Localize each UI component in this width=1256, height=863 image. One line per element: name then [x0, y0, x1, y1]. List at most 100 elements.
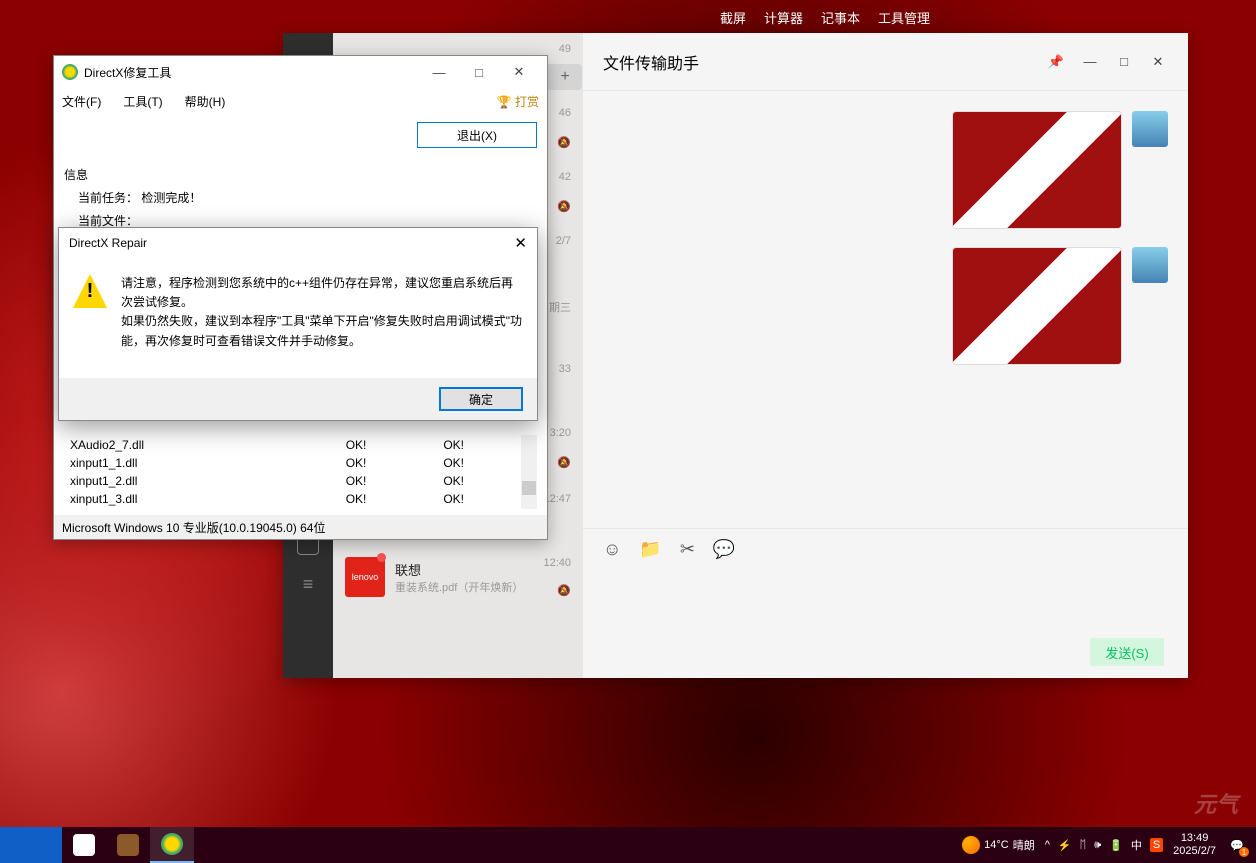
file-cell: xinput1_1.dll	[66, 455, 340, 471]
mute-icon: 🔕	[557, 200, 571, 213]
warning-icon	[73, 274, 107, 308]
message-row	[952, 247, 1168, 365]
message-image[interactable]	[952, 247, 1122, 365]
tray-icons: ^ ⚡ ᛖ 🕪 🔋 中 S	[1045, 837, 1163, 853]
wechat-messages[interactable]	[583, 91, 1188, 528]
chat-day: 期三	[549, 299, 571, 315]
tray-battery-icon[interactable]: 🔋	[1109, 839, 1123, 852]
dialog-titlebar[interactable]: DirectX Repair ✕	[59, 228, 537, 258]
maximize-icon[interactable]: □	[459, 58, 499, 86]
avatar: lenovo	[345, 557, 385, 597]
chat-time: 3:20	[550, 427, 571, 439]
minimize-icon[interactable]: —	[419, 58, 459, 86]
current-task-label: 当前任务：	[78, 191, 138, 205]
start-button[interactable]	[0, 827, 62, 863]
taskbar-app-2[interactable]	[106, 827, 150, 863]
table-row[interactable]: xinput1_2.dllOK!OK!	[66, 473, 535, 489]
menu-help[interactable]: 帮助(H)	[185, 93, 226, 110]
file-cell: XAudio2_7.dll	[66, 437, 340, 453]
mute-icon: 🔕	[557, 456, 571, 469]
menu-tool[interactable]: 工具(T)	[123, 93, 162, 110]
tray-volume-icon[interactable]: 🕪	[1094, 839, 1101, 852]
table-row[interactable]: xinput1_1.dllOK!OK!	[66, 455, 535, 471]
reward-link[interactable]: 🏆 打赏	[497, 93, 539, 110]
message-image[interactable]	[952, 111, 1122, 229]
shortcut-screenshot[interactable]: 截屏	[720, 8, 746, 27]
file-table-area: XAudio2_7.dllOK!OK! xinput1_1.dllOK!OK! …	[64, 435, 537, 509]
wechat-input-toolbar: ☺ 📁 ✂ 💬	[603, 539, 1168, 560]
app-icon	[62, 64, 78, 80]
info-label: 信息	[64, 166, 537, 183]
dialog-title: DirectX Repair	[69, 236, 147, 250]
titlebar[interactable]: DirectX修复工具 — □ ✕	[54, 56, 547, 88]
avatar[interactable]	[1132, 247, 1168, 283]
app-icon	[73, 834, 95, 856]
weather-widget[interactable]: 14°C 晴朗	[962, 836, 1035, 854]
wechat-header-title: 文件传输助手	[603, 50, 1046, 74]
minimize-icon[interactable]: —	[1080, 54, 1100, 70]
table-row[interactable]: xinput1_3.dllOK!OK!	[66, 491, 535, 507]
system-tray: 14°C 晴朗 ^ ⚡ ᛖ 🕪 🔋 中 S 13:49 2025/2/7 💬	[962, 832, 1256, 858]
file-cell: xinput1_3.dll	[66, 491, 340, 507]
mute-icon: 🔕	[557, 584, 571, 597]
taskbar-app-1[interactable]	[62, 827, 106, 863]
file-cell: xinput1_2.dll	[66, 473, 340, 489]
close-icon[interactable]: ✕	[514, 234, 527, 252]
scrollbar-thumb[interactable]	[522, 481, 536, 495]
chat-time: 49	[559, 43, 571, 55]
directx-repair-dialog: DirectX Repair ✕ 请注意，程序检测到您系统中的c++组件仍存在异…	[58, 227, 538, 421]
close-icon[interactable]: ✕	[499, 58, 539, 86]
scissors-icon[interactable]: ✂	[680, 539, 695, 560]
dialog-body: 请注意，程序检测到您系统中的c++组件仍存在异常，建议您重启系统后再次尝试修复。…	[59, 258, 537, 361]
wechat-input-area[interactable]: ☺ 📁 ✂ 💬 发送(S)	[583, 528, 1188, 678]
shortcut-toolmgr[interactable]: 工具管理	[878, 8, 930, 27]
message-row	[952, 111, 1168, 229]
unread-badge	[377, 553, 386, 562]
shortcut-notepad[interactable]: 记事本	[821, 8, 860, 27]
chat-item-lenovo[interactable]: lenovo 联想 重装系统.pdf（开年焕新） 12:40 🔕	[333, 545, 583, 609]
new-tab-button[interactable]: +	[548, 64, 582, 90]
notification-icon[interactable]: 💬	[1226, 834, 1248, 856]
tray-chevron-icon[interactable]: ^	[1045, 839, 1050, 851]
weather-temp: 14°C	[984, 839, 1009, 851]
status-cell: OK!	[342, 473, 438, 489]
dialog-text-line: 如果仍然失败，建议到本程序"工具"菜单下开启"修复失败时启用调试模式"功能，再次…	[121, 312, 523, 350]
weather-icon	[962, 836, 980, 854]
taskbar-app-directx[interactable]	[150, 827, 194, 863]
tray-net-icon[interactable]: ᛖ	[1080, 839, 1087, 851]
tray-power-icon[interactable]: ⚡	[1058, 839, 1072, 852]
wechat-header: 文件传输助手 📌 — □ ✕	[583, 33, 1188, 91]
menu-file[interactable]: 文件(F)	[62, 93, 101, 110]
shortcut-calculator[interactable]: 计算器	[764, 8, 803, 27]
taskbar-clock[interactable]: 13:49 2025/2/7	[1173, 832, 1216, 858]
status-cell: OK!	[342, 437, 438, 453]
close-icon[interactable]: ✕	[1148, 54, 1168, 70]
current-task-value: 检测完成！	[141, 191, 201, 205]
status-cell: OK!	[342, 455, 438, 471]
chat-time: 2/7	[556, 235, 571, 247]
dialog-footer: 确定	[59, 378, 537, 420]
taskbar: 14°C 晴朗 ^ ⚡ ᛖ 🕪 🔋 中 S 13:49 2025/2/7 💬	[0, 827, 1256, 863]
chat-time: 42	[559, 171, 571, 183]
menubar: 文件(F) 工具(T) 帮助(H) 🏆 打赏	[54, 88, 547, 114]
folder-icon[interactable]: 📁	[639, 539, 661, 560]
scrollbar[interactable]	[521, 435, 537, 509]
tray-sogou-icon[interactable]: S	[1150, 838, 1163, 852]
wechat-side-menu-icon[interactable]: ≡	[297, 573, 319, 595]
emoji-icon[interactable]: ☺	[603, 539, 621, 560]
avatar[interactable]	[1132, 111, 1168, 147]
send-button[interactable]: 发送(S)	[1090, 638, 1164, 666]
app-icon	[117, 834, 139, 856]
clock-date: 2025/2/7	[1173, 845, 1216, 858]
maximize-icon[interactable]: □	[1114, 54, 1134, 70]
chat-preview: 重装系统.pdf（开年焕新）	[395, 579, 571, 595]
status-bar: Microsoft Windows 10 专业版(10.0.19045.0) 6…	[54, 515, 547, 539]
chat-icon[interactable]: 💬	[713, 539, 735, 560]
ok-button[interactable]: 确定	[439, 387, 523, 411]
exit-button[interactable]: 退出(X)	[417, 122, 537, 148]
current-task-row: 当前任务： 检测完成！	[64, 189, 537, 206]
tray-ime-icon[interactable]: 中	[1131, 837, 1142, 853]
pin-icon[interactable]: 📌	[1046, 54, 1066, 70]
table-row[interactable]: XAudio2_7.dllOK!OK!	[66, 437, 535, 453]
status-cell: OK!	[342, 491, 438, 507]
